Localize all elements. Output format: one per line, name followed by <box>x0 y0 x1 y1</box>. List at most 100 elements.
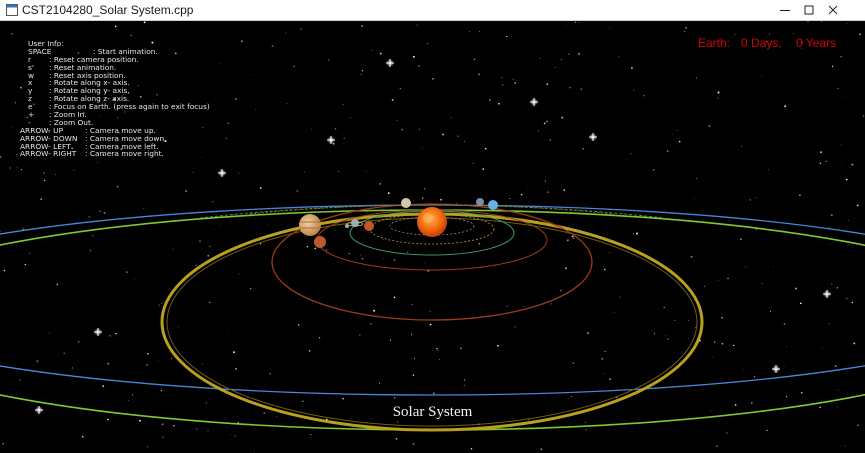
star <box>89 249 92 252</box>
title-bar[interactable]: CST2104280_Solar System.cpp <box>0 0 865 21</box>
star <box>171 358 172 360</box>
star <box>501 84 504 86</box>
close-button[interactable] <box>821 0 845 21</box>
star <box>840 144 842 145</box>
star <box>856 204 859 207</box>
star <box>851 163 854 166</box>
star <box>20 168 23 171</box>
star <box>792 32 795 35</box>
star <box>195 264 197 267</box>
star <box>482 168 485 170</box>
star <box>604 350 606 353</box>
star <box>755 197 757 199</box>
star <box>684 30 686 33</box>
star <box>214 229 215 230</box>
star <box>359 334 361 336</box>
star <box>696 178 698 179</box>
star <box>745 266 747 268</box>
star <box>820 151 823 154</box>
star <box>561 116 564 119</box>
star <box>360 73 362 75</box>
star <box>688 319 689 321</box>
star <box>473 58 476 61</box>
star <box>145 36 147 38</box>
star <box>846 298 848 300</box>
star <box>614 311 615 313</box>
star <box>349 116 351 118</box>
star <box>301 400 304 403</box>
star <box>293 65 295 68</box>
star <box>422 147 424 149</box>
star <box>480 265 482 267</box>
star <box>306 246 308 248</box>
star <box>2 442 4 445</box>
star <box>373 309 376 312</box>
star <box>5 104 7 106</box>
window-title: CST2104280_Solar System.cpp <box>22 3 194 17</box>
star <box>671 133 673 135</box>
star <box>506 305 508 308</box>
star <box>360 254 362 256</box>
star <box>422 197 424 199</box>
star <box>418 65 420 67</box>
star <box>253 74 254 75</box>
star <box>496 344 499 347</box>
star <box>821 347 823 349</box>
star <box>238 273 240 275</box>
star <box>296 190 298 192</box>
star <box>733 344 735 347</box>
star <box>432 77 434 80</box>
maximize-button[interactable] <box>797 0 821 21</box>
app-icon <box>6 4 18 16</box>
star <box>343 137 346 139</box>
star <box>665 334 667 336</box>
star <box>619 296 621 298</box>
star <box>653 169 655 171</box>
star <box>285 32 287 34</box>
star <box>851 301 854 304</box>
star <box>547 191 549 194</box>
star <box>636 232 638 235</box>
star <box>399 87 401 90</box>
star <box>450 117 452 118</box>
star <box>749 199 751 201</box>
star <box>549 139 552 141</box>
star <box>424 188 426 190</box>
star <box>97 162 98 164</box>
star <box>768 33 770 35</box>
star <box>755 228 758 231</box>
star <box>540 448 543 451</box>
star <box>361 257 364 260</box>
star <box>406 251 409 254</box>
planet-mercury <box>476 198 484 206</box>
star <box>773 266 774 267</box>
minimize-button[interactable] <box>773 0 797 21</box>
star <box>303 171 305 173</box>
star <box>209 301 211 303</box>
star <box>185 190 187 192</box>
star <box>99 210 101 212</box>
star <box>546 83 549 86</box>
star <box>537 130 540 132</box>
star <box>690 255 693 258</box>
star <box>259 186 262 189</box>
star <box>227 327 228 329</box>
star <box>226 426 228 428</box>
star <box>36 360 39 363</box>
star <box>831 283 833 285</box>
star <box>43 172 45 174</box>
star <box>209 245 211 248</box>
star <box>158 304 160 306</box>
star <box>514 326 516 328</box>
star <box>544 180 546 182</box>
star <box>325 249 328 251</box>
star <box>370 322 372 325</box>
star <box>630 153 632 155</box>
star <box>411 303 413 306</box>
star <box>130 34 132 37</box>
close-icon <box>828 5 838 15</box>
star <box>255 109 256 111</box>
star <box>343 143 345 144</box>
star <box>218 225 220 227</box>
star <box>71 367 73 369</box>
